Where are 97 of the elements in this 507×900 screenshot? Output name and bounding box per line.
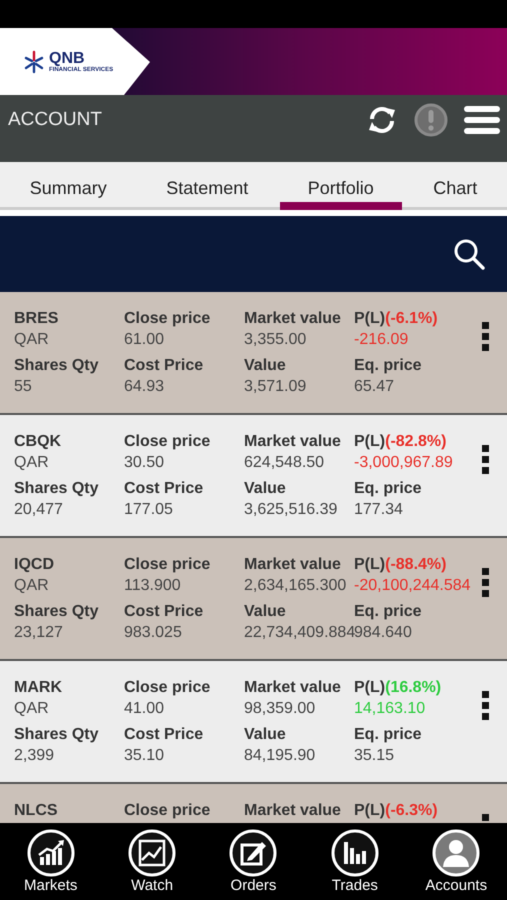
field-label: Shares Qty [14, 602, 100, 622]
field-value: 2,399 [14, 746, 56, 766]
nav-item[interactable]: Markets [6, 828, 96, 894]
field-label: Value [244, 356, 287, 376]
field-value: 23,127 [14, 623, 64, 643]
nav-item[interactable]: Orders [208, 828, 298, 894]
field-value: 113.900 [124, 576, 182, 596]
field-value: 84,195.90 [244, 746, 316, 766]
refresh-icon[interactable] [366, 104, 398, 136]
more-icon[interactable] [482, 691, 490, 721]
field-label: MARK [14, 678, 63, 698]
tab[interactable]: Summary [2, 162, 135, 210]
field-value: 35.10 [124, 746, 166, 766]
field-value: 20,477 [14, 500, 64, 520]
edit-icon [229, 828, 278, 876]
alert-icon[interactable] [414, 103, 448, 137]
field-value: 65.47 [354, 377, 396, 397]
field-value: 55 [14, 377, 33, 397]
field-label: Value [244, 602, 287, 622]
field-value: 624,548.50 [244, 453, 326, 473]
menu-icon[interactable] [464, 105, 500, 135]
field-label: P(L)(-6.3%) [354, 801, 439, 821]
nav-item[interactable]: Watch [107, 828, 198, 894]
field-value: QAR [14, 699, 50, 719]
field-label: Eq. price [354, 479, 423, 499]
field-label: IQCD [14, 555, 55, 575]
holding-row[interactable]: IQCD QAR Close price 113.900 Market value 2,634,165.300 P(L)(-88.4%) -20,100,244.584 Shares Qty 23,127 Cost Price 983.025 Value 22,734,409.884 Eq. price 984.640 [0, 538, 507, 661]
field-label: Shares Qty [14, 356, 100, 376]
more-icon[interactable] [482, 445, 490, 475]
field-value: 2,634,165.300 [244, 576, 348, 596]
field-value: 41.00 [124, 699, 166, 719]
field-value: QAR [14, 576, 50, 596]
field-value: 3,625,516.39 [244, 500, 338, 520]
field-label: Market value [244, 432, 342, 452]
field-label: P(L)(-88.4%) [354, 555, 448, 575]
holding-row[interactable]: BRES QAR Close price 61.00 Market value 3,355.00 P(L)(-6.1%) -216.09 Shares Qty 55 Cost Price 64.93 Value 3,571.09 Eq. price 65.47 [0, 292, 507, 415]
field-value: QAR [14, 453, 50, 473]
field-label: Value [244, 479, 287, 499]
field-label: Close price [124, 801, 212, 821]
field-label: Shares Qty [14, 479, 100, 499]
field-label: P(L)(-6.1%) [354, 309, 439, 329]
field-label: Shares Qty [14, 725, 100, 745]
field-value: -216.09 [354, 330, 410, 350]
field-label: Market value [244, 555, 342, 575]
field-value: 98,359.00 [244, 699, 316, 719]
field-value: 30.50 [124, 453, 166, 473]
field-label: BRES [14, 309, 60, 329]
field-label: CBQK [14, 432, 62, 452]
user-icon [432, 828, 480, 876]
field-value: 14,163.10 [354, 699, 426, 719]
field-label: Eq. price [354, 725, 423, 745]
field-value: -20,100,244.584 [354, 576, 472, 596]
search-icon[interactable] [453, 238, 485, 270]
field-label: Market value [244, 309, 342, 329]
field-label: P(L)(-82.8%) [354, 432, 448, 452]
field-label: Cost Price [124, 356, 204, 376]
field-label: Market value [244, 801, 342, 821]
field-value: 177.34 [354, 500, 404, 520]
page-title: ACCOUNT [8, 109, 102, 131]
field-value: 177.05 [124, 500, 174, 520]
field-value: 35.15 [354, 746, 396, 766]
field-label: NLCS [14, 801, 59, 821]
nav-item[interactable]: Accounts [411, 828, 502, 894]
field-label: Close price [124, 432, 212, 452]
field-value: 22,734,409.884 [244, 623, 354, 643]
field-label: Eq. price [354, 356, 423, 376]
field-label: Eq. price [354, 602, 423, 622]
more-icon[interactable] [482, 322, 490, 352]
tab[interactable]: Statement [138, 162, 276, 210]
field-value: 3,355.00 [244, 330, 308, 350]
brand-name: QNB [49, 50, 86, 66]
tab[interactable]: Chart [405, 162, 506, 210]
field-value: 984.640 [354, 623, 413, 643]
trend-chart-icon [128, 828, 176, 876]
field-label: Cost Price [124, 479, 204, 499]
field-label: Value [244, 725, 287, 745]
holding-row[interactable]: CBQK QAR Close price 30.50 Market value 624,548.50 P(L)(-82.8%) -3,000,967.89 Shares Qty 20,477 Cost Price 177.05 Value 3,625,516.39 Eq. price 177.34 [0, 415, 507, 538]
more-icon[interactable] [482, 568, 490, 598]
field-label: P(L)(16.8%) [354, 678, 442, 698]
field-value: QAR [14, 330, 50, 350]
field-value: 983.025 [124, 623, 183, 643]
field-label: Close price [124, 309, 212, 329]
field-value: 3,571.09 [244, 377, 308, 397]
field-value: 61.00 [124, 330, 166, 350]
field-label: Close price [124, 678, 212, 698]
snowflake-logo-icon [22, 50, 46, 74]
field-label: Close price [124, 555, 212, 575]
field-value: 64.93 [124, 377, 166, 397]
holding-row[interactable]: NLCS Close price Market value P(L)(-6.3%) [0, 784, 507, 823]
field-label: Cost Price [124, 725, 204, 745]
bar-chart-icon [330, 828, 379, 876]
growth-chart-icon [26, 828, 75, 876]
field-label: Cost Price [124, 602, 204, 622]
nav-item[interactable]: Trades [310, 828, 400, 894]
field-value: -3,000,967.89 [354, 453, 454, 473]
field-label: Market value [244, 678, 342, 698]
holding-row[interactable]: MARK QAR Close price 41.00 Market value 98,359.00 P(L)(16.8%) 14,163.10 Shares Qty 2,399 Cost Price 35.10 Value 84,195.90 Eq. price 35.15 [0, 661, 507, 784]
